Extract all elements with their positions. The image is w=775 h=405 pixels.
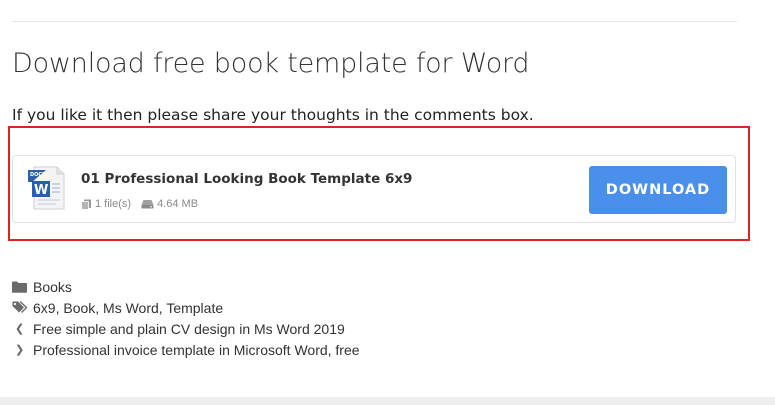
file-name: 01 Professional Looking Book Template 6x… xyxy=(81,171,412,187)
page-bottom-bar xyxy=(0,397,775,405)
tags-list[interactable]: 6x9, Book, Ms Word, Template xyxy=(33,300,223,316)
chevron-right-icon: ❯ xyxy=(12,343,33,356)
tags-icon xyxy=(12,301,33,314)
intro-text: If you like it then please share your th… xyxy=(12,106,534,124)
prev-post-row: ❮ Free simple and plain CV design in Ms … xyxy=(12,318,360,339)
file-size: 4.64 MB xyxy=(157,198,198,210)
prev-post-link[interactable]: Free simple and plain CV design in Ms Wo… xyxy=(33,321,345,337)
word-document-icon: DOCX W xyxy=(24,164,68,212)
post-meta: Books 6x9, Book, Ms Word, Template ❮ Fre… xyxy=(12,276,360,360)
next-post-link[interactable]: Professional invoice template in Microso… xyxy=(33,342,360,358)
word-letter: W xyxy=(34,183,48,198)
page-title: Download free book template for Word xyxy=(12,48,529,79)
folder-icon xyxy=(12,281,33,293)
download-button[interactable]: DOWNLOAD xyxy=(589,166,727,214)
hard-drive-icon xyxy=(141,199,154,209)
docx-badge: DOCX xyxy=(30,172,46,178)
files-icon xyxy=(81,199,92,210)
top-divider xyxy=(12,21,737,22)
download-card: DOCX W 01 Professional Looking Book Temp… xyxy=(12,155,736,223)
tags-row: 6x9, Book, Ms Word, Template xyxy=(12,297,360,318)
chevron-left-icon: ❮ xyxy=(12,322,33,335)
category-link[interactable]: Books xyxy=(33,279,72,295)
file-meta: 1 file(s) 4.64 MB xyxy=(81,198,198,210)
next-post-row: ❯ Professional invoice template in Micro… xyxy=(12,339,360,360)
category-row: Books xyxy=(12,276,360,297)
file-count: 1 file(s) xyxy=(95,198,131,210)
